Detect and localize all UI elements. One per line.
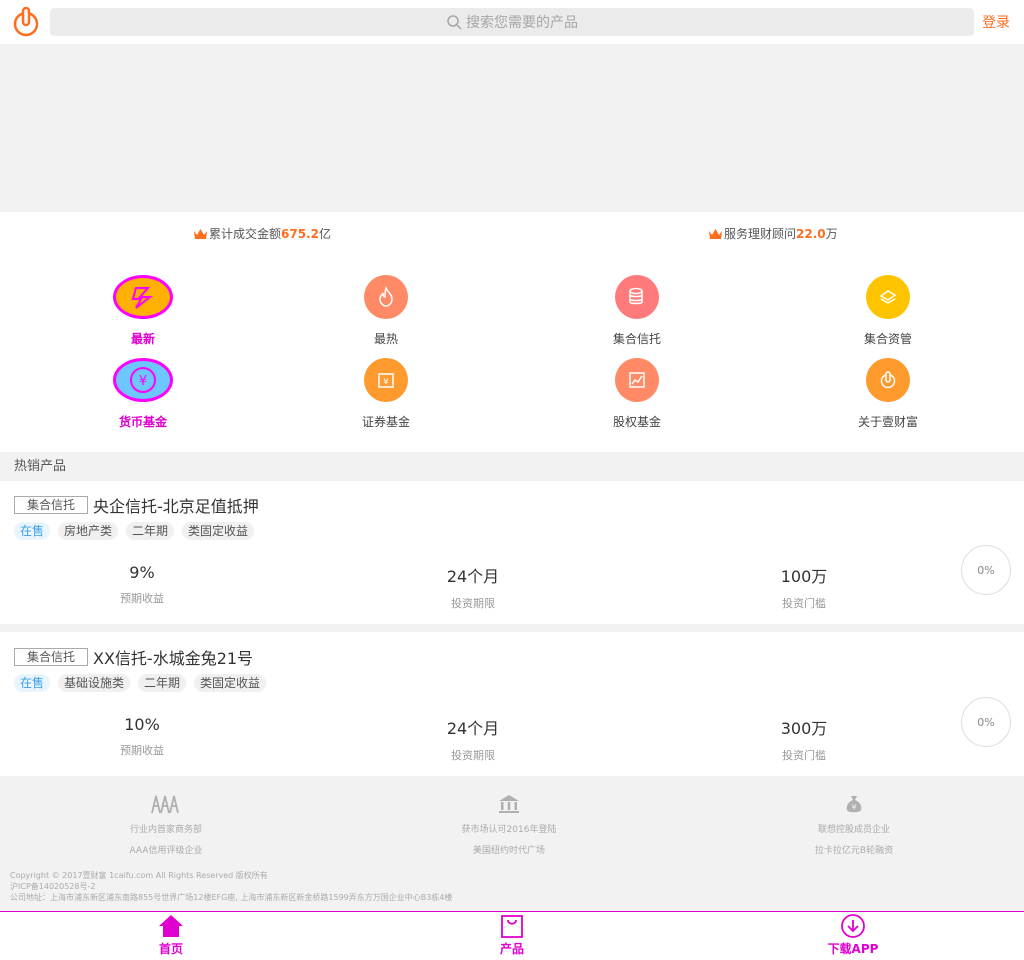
tag-category: 房地产类 bbox=[58, 522, 119, 540]
product-type-badge: 集合信托 bbox=[14, 648, 88, 666]
tag-income-type: 类固定收益 bbox=[182, 522, 255, 540]
svg-text:¥: ¥ bbox=[139, 374, 147, 389]
metric-term: 24个月 投资期限 bbox=[446, 567, 500, 610]
category-newest[interactable]: 最新 bbox=[63, 275, 223, 347]
tag-term: 二年期 bbox=[126, 522, 175, 540]
currency-icon: ¥ bbox=[113, 358, 173, 402]
crown-icon bbox=[709, 228, 722, 239]
tag-on-sale: 在售 bbox=[14, 522, 51, 540]
banner[interactable] bbox=[0, 44, 1024, 212]
coins-icon bbox=[866, 275, 910, 319]
bank-icon bbox=[499, 795, 519, 813]
tab-home[interactable]: 首页 bbox=[111, 914, 231, 957]
product-tags: 在售 房地产类 二年期 类固定收益 bbox=[14, 522, 262, 540]
metric-term: 24个月 投资期限 bbox=[446, 719, 500, 762]
divider bbox=[0, 624, 1024, 632]
footer-col-legend: ¥ 联想控股成员企业 拉卡拉亿元B轮融资 bbox=[734, 794, 974, 856]
metric-minimum: 300万 投资门槛 bbox=[780, 719, 828, 762]
tag-income-type: 类固定收益 bbox=[194, 674, 267, 692]
category-equity-fund[interactable]: 股权基金 bbox=[557, 358, 717, 430]
product-type-badge: 集合信托 bbox=[14, 496, 88, 514]
svg-text:¥: ¥ bbox=[383, 378, 389, 388]
category-securities-fund[interactable]: ¥ 证券基金 bbox=[306, 358, 466, 430]
progress-circle: 0% bbox=[961, 545, 1011, 595]
progress-circle: 0% bbox=[961, 697, 1011, 747]
tab-download-app[interactable]: 下载APP bbox=[793, 914, 913, 957]
tag-term: 二年期 bbox=[138, 674, 187, 692]
search-input[interactable]: 搜索您需要的产品 bbox=[50, 8, 974, 36]
tag-on-sale: 在售 bbox=[14, 674, 51, 692]
money-bag-icon: ¥ bbox=[846, 796, 862, 813]
aaa-rating-icon bbox=[151, 795, 179, 814]
flash-icon bbox=[113, 275, 173, 319]
tab-products[interactable]: 产品 bbox=[452, 914, 572, 957]
stat-total-volume: 累计成交金额 675.2 亿 bbox=[193, 225, 331, 242]
product-tags: 在售 基础设施类 二年期 类固定收益 bbox=[14, 674, 274, 692]
category-about[interactable]: 关于壹财富 bbox=[808, 358, 968, 430]
product-card[interactable]: 集合信托 XX信托-水城金兔21号 在售 基础设施类 二年期 类固定收益 10%… bbox=[0, 633, 1024, 776]
database-icon bbox=[615, 275, 659, 319]
search-icon bbox=[447, 15, 462, 30]
stat-advisors: 服务理财顾问 22.0 万 bbox=[708, 225, 838, 242]
download-icon bbox=[841, 914, 865, 938]
category-money-fund[interactable]: ¥ 货币基金 bbox=[63, 358, 223, 430]
footer: 行业内首家商务部 AAA信用评级企业 获市场认可2016年登陆 美国纽约时代广场… bbox=[0, 776, 1024, 911]
chart-icon bbox=[615, 358, 659, 402]
footer-col-aaa: 行业内首家商务部 AAA信用评级企业 bbox=[46, 794, 286, 856]
header: 搜索您需要的产品 登录 bbox=[0, 0, 1024, 44]
footer-col-nyc: 获市场认可2016年登陆 美国纽约时代广场 bbox=[389, 794, 629, 856]
product-card[interactable]: 集合信托 央企信托-北京足值抵押 在售 房地产类 二年期 类固定收益 9% 预期… bbox=[0, 481, 1024, 624]
product-name[interactable]: 央企信托-北京足值抵押 bbox=[93, 493, 259, 517]
product-name[interactable]: XX信托-水城金兔21号 bbox=[93, 645, 253, 669]
category-asset-mgmt[interactable]: 集合资管 bbox=[808, 275, 968, 347]
svg-text:¥: ¥ bbox=[851, 803, 856, 812]
home-icon bbox=[159, 915, 183, 937]
category-hottest[interactable]: 最热 bbox=[306, 275, 466, 347]
category-trust[interactable]: 集合信托 bbox=[557, 275, 717, 347]
section-title-hot: 热销产品 bbox=[0, 452, 1024, 481]
metric-minimum: 100万 投资门槛 bbox=[780, 567, 828, 610]
flame-icon bbox=[364, 275, 408, 319]
power-icon bbox=[866, 358, 910, 402]
metric-yield: 10% 预期收益 bbox=[120, 715, 164, 757]
yen-box-icon: ¥ bbox=[364, 358, 408, 402]
logo-icon[interactable] bbox=[12, 7, 40, 37]
search-placeholder: 搜索您需要的产品 bbox=[466, 15, 578, 31]
bottom-tab-bar: 首页 产品 下载APP bbox=[0, 911, 1024, 960]
tag-category: 基础设施类 bbox=[58, 674, 131, 692]
copyright: Copyright © 2017壹财富 1caifu.com All Right… bbox=[10, 871, 453, 902]
metric-yield: 9% 预期收益 bbox=[120, 563, 164, 605]
shopping-bag-icon bbox=[501, 915, 523, 938]
crown-icon bbox=[194, 228, 207, 239]
login-button[interactable]: 登录 bbox=[982, 12, 1010, 32]
